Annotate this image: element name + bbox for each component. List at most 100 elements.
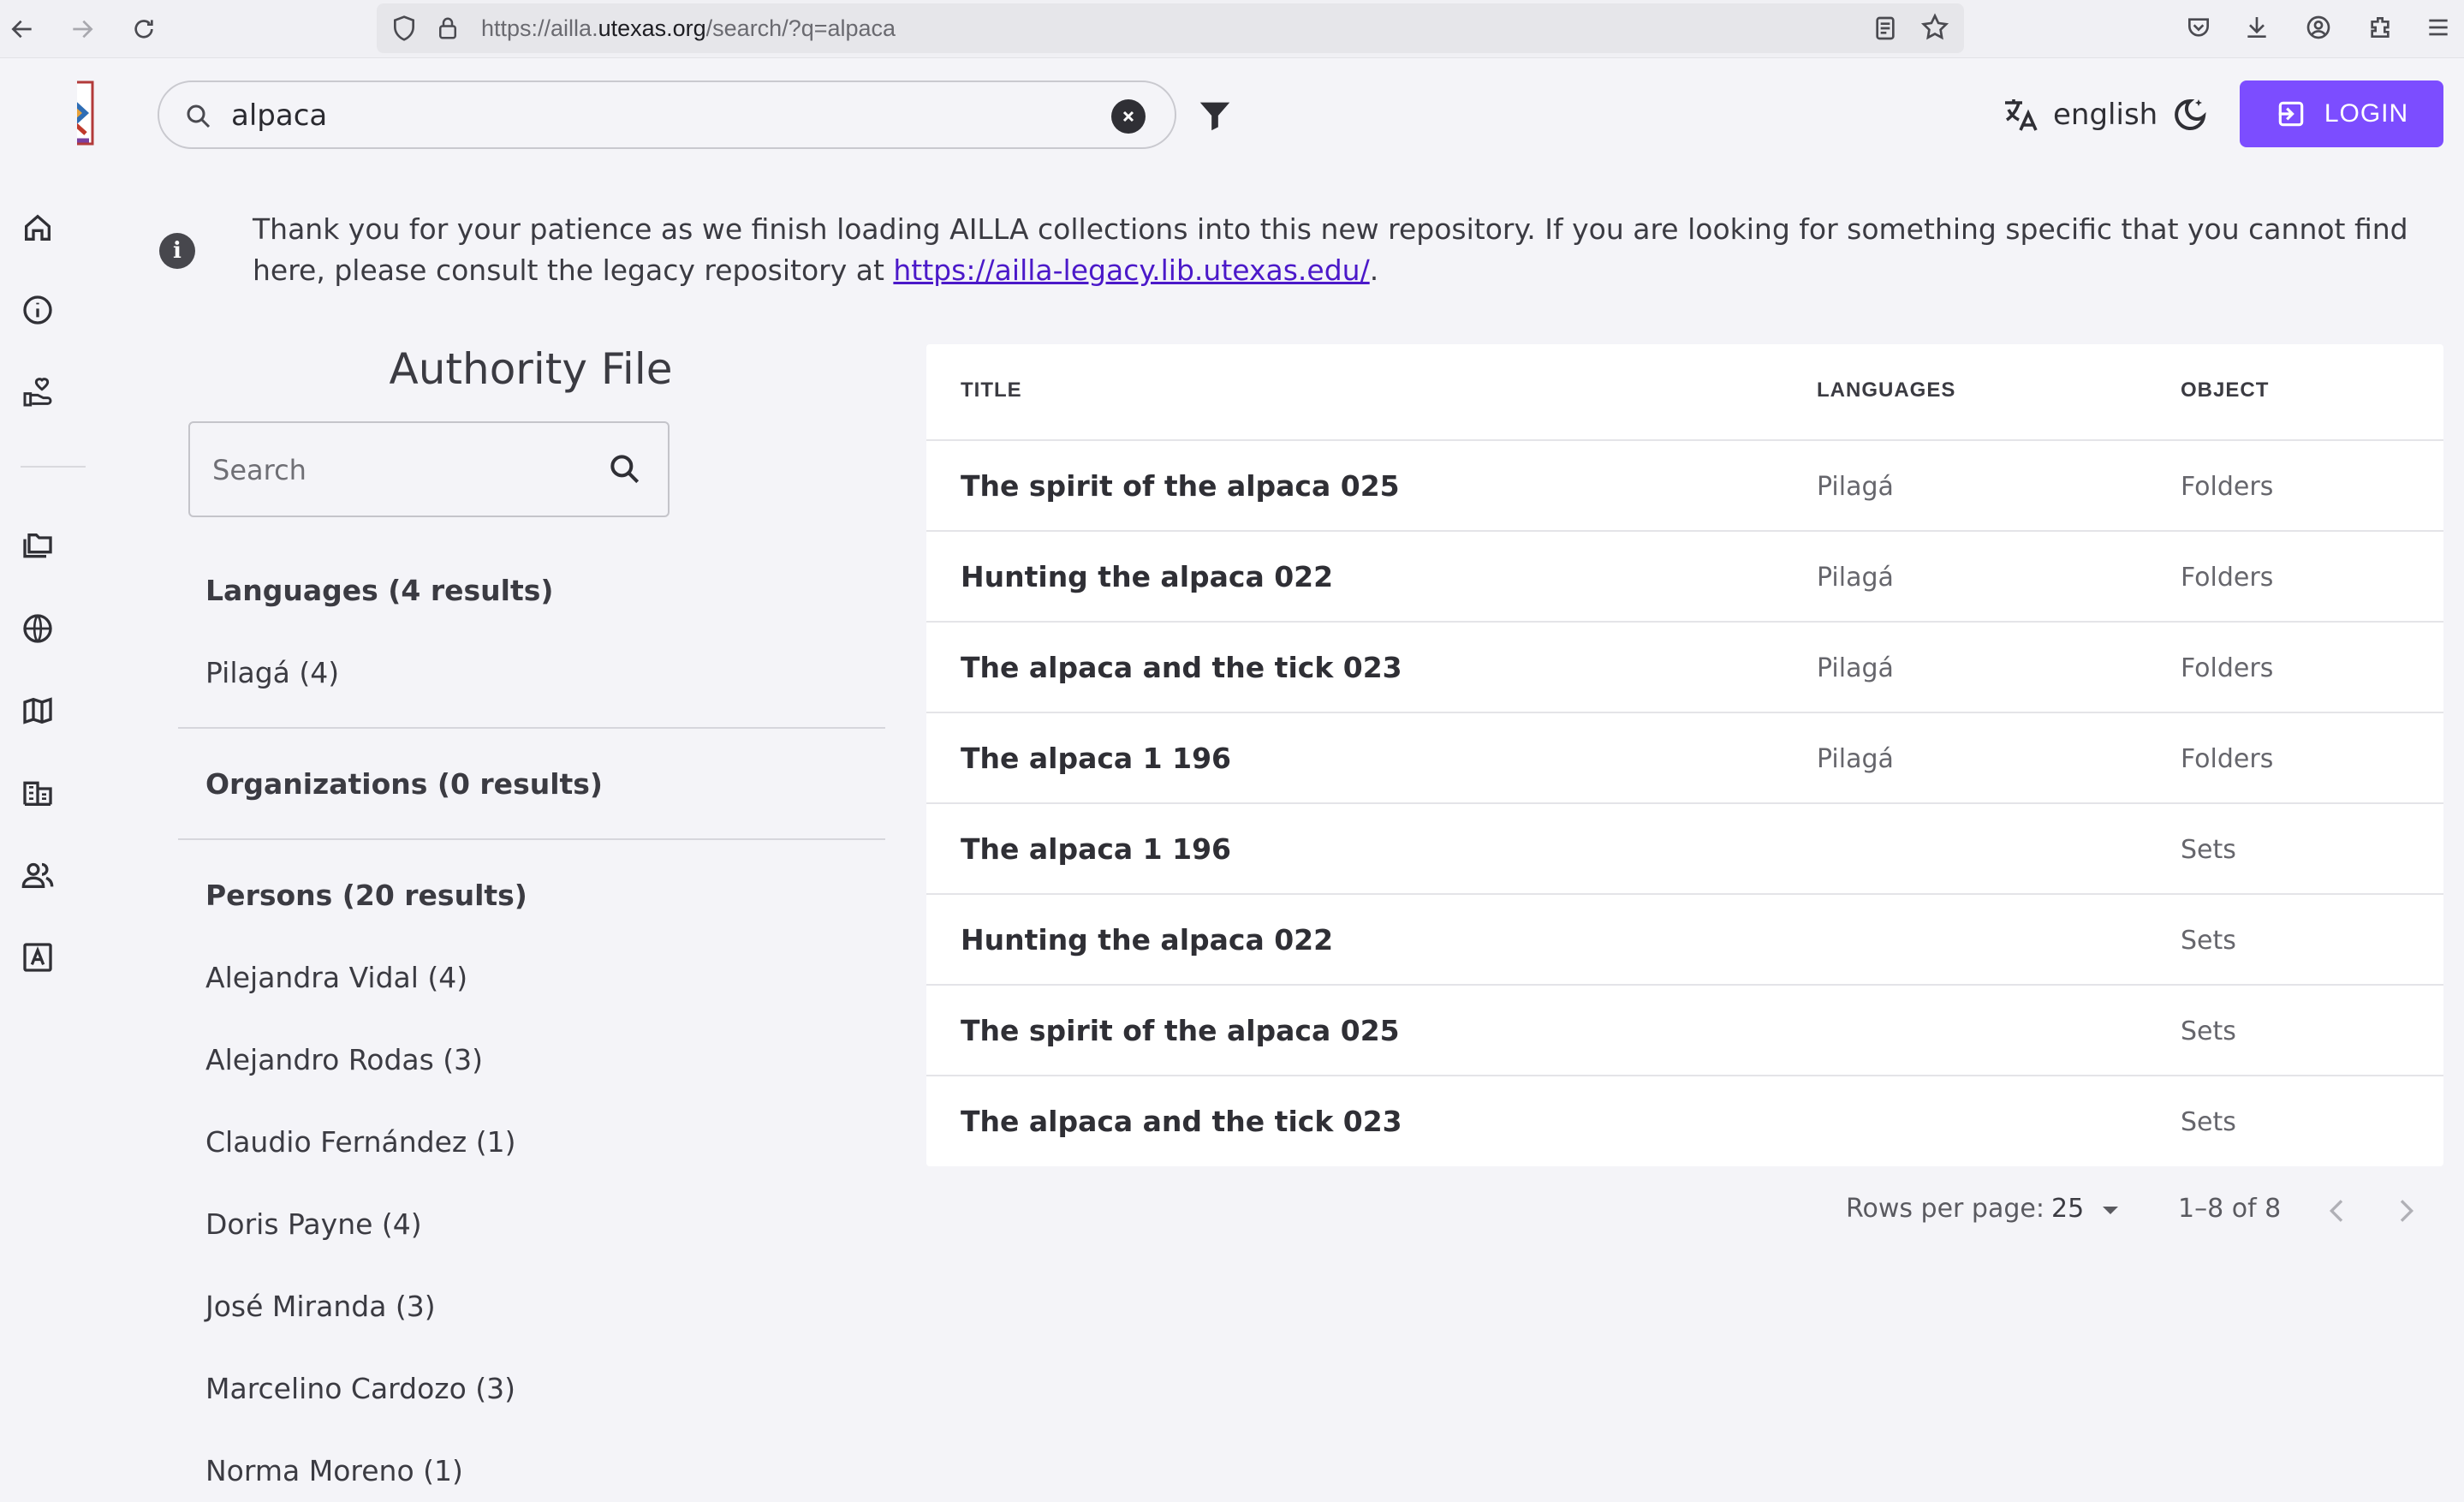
column-header-languages[interactable]: LANGUAGES	[1817, 378, 1955, 402]
table-row-title[interactable]: The spirit of the alpaca 025	[961, 469, 1400, 503]
organizations-heading: Organizations (0 results)	[205, 767, 604, 801]
person-item[interactable]: Claudio Fernández (1)	[205, 1125, 515, 1159]
rows-per-page-label: Rows per page:	[1846, 1194, 2044, 1224]
language-selector[interactable]: english	[2000, 91, 2157, 139]
collections-icon[interactable]	[17, 526, 58, 567]
table-row-object: Sets	[2181, 835, 2236, 865]
section-divider	[178, 727, 885, 729]
clear-search-button[interactable]	[1111, 99, 1146, 134]
login-label: LOGIN	[2324, 99, 2409, 128]
shield-icon[interactable]	[390, 14, 418, 46]
notice-trailing: .	[1369, 253, 1379, 287]
home-icon[interactable]	[17, 207, 58, 248]
filter-icon	[1199, 102, 1230, 131]
chevron-down-icon	[2102, 1206, 2118, 1214]
browser-toolbar: https://ailla.utexas.org/search/?q=alpac…	[0, 0, 2464, 58]
table-row-object: Folders	[2181, 563, 2274, 593]
filter-button[interactable]	[1195, 96, 1235, 135]
table-row-language: Pilagá	[1817, 744, 1894, 774]
reader-view-icon[interactable]	[1872, 14, 1899, 46]
rows-per-page-value: 25	[2051, 1194, 2085, 1224]
table-row-language: Pilagá	[1817, 653, 1894, 683]
globe-icon[interactable]	[17, 608, 58, 649]
row-separator	[926, 530, 2443, 532]
row-separator	[926, 984, 2443, 986]
url-text[interactable]: https://ailla.utexas.org/search/?q=alpac…	[481, 15, 896, 42]
languages-heading: Languages (4 results)	[205, 574, 554, 607]
person-item[interactable]: Marcelino Cardozo (3)	[205, 1372, 515, 1405]
table-row-title[interactable]: The alpaca 1 196	[961, 742, 1231, 775]
chevron-right-icon	[2400, 1200, 2414, 1222]
row-separator	[926, 712, 2443, 713]
reload-icon[interactable]	[123, 9, 164, 50]
organizations-icon[interactable]	[17, 772, 58, 814]
donate-icon[interactable]	[17, 372, 58, 413]
table-row-title[interactable]: The spirit of the alpaca 025	[961, 1014, 1400, 1047]
forward-arrow-icon[interactable]	[62, 9, 103, 50]
table-row-title[interactable]: The alpaca and the tick 023	[961, 1105, 1402, 1138]
alphabet-icon[interactable]	[17, 937, 58, 978]
column-header-title[interactable]: TITLE	[961, 378, 1022, 402]
search-input[interactable]	[231, 94, 1002, 137]
table-row-object: Folders	[2181, 653, 2274, 683]
bookmark-star-icon[interactable]	[1919, 12, 1950, 46]
pagination-range: 1–8 of 8	[2178, 1194, 2282, 1224]
rail-divider	[21, 466, 86, 468]
menu-icon[interactable]	[2419, 9, 2457, 46]
table-row-object: Folders	[2181, 744, 2274, 774]
table-row-object: Sets	[2181, 1016, 2236, 1046]
search-icon[interactable]	[606, 450, 644, 488]
table-row-object: Sets	[2181, 1107, 2236, 1137]
table-row-object: Sets	[2181, 926, 2236, 956]
left-navigation-rail	[0, 58, 86, 1502]
extensions-icon[interactable]	[2361, 9, 2399, 46]
person-item[interactable]: Doris Payne (4)	[205, 1207, 422, 1241]
authority-search-field[interactable]	[188, 421, 670, 517]
language-item[interactable]: Pilagá (4)	[205, 656, 339, 689]
person-item[interactable]: José Miranda (3)	[205, 1290, 436, 1323]
authority-search-input[interactable]	[212, 449, 572, 492]
persons-heading: Persons (20 results)	[205, 879, 527, 912]
previous-page-button[interactable]	[2320, 1194, 2354, 1228]
rows-per-page-select[interactable]: 25	[2051, 1194, 2120, 1224]
chevron-left-icon	[2329, 1200, 2343, 1222]
loading-notice: Thank you for your patience as we finish…	[253, 209, 2444, 291]
global-search[interactable]	[158, 80, 1176, 149]
dark-mode-toggle[interactable]	[2169, 94, 2211, 135]
column-header-object[interactable]: OBJECT	[2181, 378, 2269, 402]
table-row-title[interactable]: Hunting the alpaca 022	[961, 923, 1333, 957]
close-icon	[1122, 110, 1134, 122]
row-separator	[926, 1075, 2443, 1076]
section-divider	[178, 838, 885, 840]
table-row-language: Pilagá	[1817, 563, 1894, 593]
download-icon[interactable]	[2238, 9, 2276, 46]
map-icon[interactable]	[17, 690, 58, 731]
table-row-title[interactable]: The alpaca 1 196	[961, 832, 1231, 866]
row-separator	[926, 802, 2443, 804]
info-notice-icon: i	[159, 233, 195, 269]
lock-icon[interactable]	[435, 14, 461, 46]
row-separator	[926, 893, 2443, 895]
address-bar[interactable]: https://ailla.utexas.org/search/?q=alpac…	[377, 3, 1964, 53]
info-icon[interactable]	[17, 289, 58, 331]
table-row-language: Pilagá	[1817, 472, 1894, 502]
back-arrow-icon[interactable]	[2, 9, 43, 50]
person-item[interactable]: Alejandro Rodas (3)	[205, 1043, 483, 1076]
legacy-repository-link[interactable]: https://ailla-legacy.lib.utexas.edu/	[893, 253, 1369, 287]
translate-icon	[2005, 99, 2038, 131]
account-icon[interactable]	[2300, 9, 2337, 46]
authority-file-title: Authority File	[389, 344, 673, 394]
table-row-title[interactable]: The alpaca and the tick 023	[961, 651, 1402, 684]
login-button[interactable]: LOGIN	[2240, 80, 2443, 147]
header-separator	[926, 439, 2443, 441]
login-icon	[2278, 101, 2304, 127]
search-icon	[187, 104, 211, 128]
person-item[interactable]: Norma Moreno (1)	[205, 1454, 463, 1487]
table-row-object: Folders	[2181, 472, 2274, 502]
persons-icon[interactable]	[17, 855, 58, 896]
next-page-button[interactable]	[2389, 1194, 2423, 1228]
pocket-icon[interactable]	[2180, 9, 2217, 46]
language-label: english	[2053, 98, 2158, 132]
table-row-title[interactable]: Hunting the alpaca 022	[961, 560, 1333, 593]
person-item[interactable]: Alejandra Vidal (4)	[205, 961, 467, 994]
